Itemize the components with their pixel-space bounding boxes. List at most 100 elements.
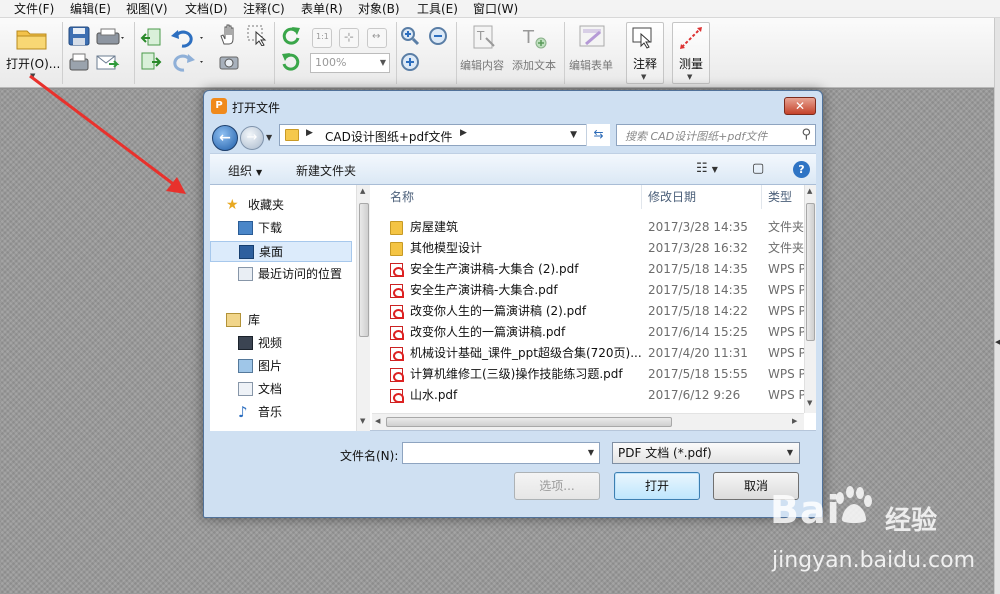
recent-locations-dropdown[interactable]: ▼ bbox=[266, 133, 272, 142]
menu-edit[interactable]: 编辑(E) bbox=[70, 1, 111, 17]
menu-form[interactable]: 表单(R) bbox=[301, 1, 343, 17]
hand-tool-icon[interactable] bbox=[218, 24, 240, 46]
file-row[interactable]: 机械设计基础_课件_ppt超级合集(720页)... 2017/4/20 11:3… bbox=[372, 343, 804, 364]
chevron-left-icon[interactable]: ◀ bbox=[995, 338, 1000, 346]
undo-icon[interactable] bbox=[170, 28, 206, 48]
zoom-level-select[interactable]: 100% ▼ bbox=[310, 53, 390, 73]
print-icon[interactable] bbox=[95, 28, 125, 46]
scrollbar-thumb[interactable] bbox=[806, 203, 815, 341]
help-icon[interactable]: ? bbox=[793, 161, 810, 178]
open-button-label[interactable]: 打开(O)... bbox=[6, 55, 60, 72]
insert-pages-icon[interactable] bbox=[140, 52, 162, 72]
rotate-ccw-icon[interactable] bbox=[280, 50, 302, 72]
search-input[interactable]: 搜索 CAD设计图纸+pdf文件 ⚲ bbox=[616, 124, 816, 146]
file-row[interactable]: 改变你人生的一篇演讲稿.pdf 2017/6/14 15:25 WPS P bbox=[372, 322, 804, 343]
annotate-button[interactable]: 注释 ▼ bbox=[626, 22, 664, 84]
nav-pane-scrollbar[interactable]: ▲ ▼ bbox=[356, 185, 370, 431]
zoom-out-icon[interactable] bbox=[428, 26, 448, 46]
email-icon[interactable] bbox=[95, 52, 121, 72]
filename-input[interactable]: ▼ bbox=[402, 442, 600, 464]
extract-pages-icon[interactable] bbox=[140, 28, 162, 48]
options-button[interactable]: 选项... bbox=[514, 472, 600, 500]
file-date: 2017/5/18 14:35 bbox=[648, 262, 748, 276]
open-dropdown-caret[interactable]: ▼ bbox=[30, 72, 35, 80]
right-scroll-strip[interactable]: ◀ bbox=[994, 18, 1000, 594]
nav-recent[interactable]: 最近访问的位置 bbox=[210, 264, 352, 285]
refresh-icon[interactable]: ⇆ bbox=[586, 124, 610, 146]
horizontal-scrollbar[interactable]: ◀ ▶ bbox=[372, 413, 804, 430]
rotate-cw-icon[interactable] bbox=[280, 24, 302, 46]
toolbar-separator bbox=[456, 22, 457, 84]
column-header-date[interactable]: 修改日期 bbox=[642, 185, 762, 209]
preview-pane-icon[interactable]: ▢ bbox=[752, 161, 764, 176]
file-row[interactable]: 改变你人生的一篇演讲稿 (2).pdf 2017/5/18 14:22 WPS P bbox=[372, 301, 804, 322]
chevron-up-icon[interactable]: ▲ bbox=[807, 187, 812, 195]
nav-desktop[interactable]: 桌面 bbox=[210, 241, 352, 262]
zoom-in-icon[interactable] bbox=[400, 26, 420, 46]
chevron-down-icon[interactable]: ▼ bbox=[807, 399, 812, 407]
chevron-down-icon[interactable]: ▼ bbox=[588, 448, 594, 457]
scan-icon[interactable] bbox=[68, 52, 90, 72]
chevron-down-icon[interactable]: ▼ bbox=[570, 130, 577, 140]
chevron-down-icon[interactable]: ▼ bbox=[360, 417, 365, 425]
menu-object[interactable]: 对象(B) bbox=[358, 1, 400, 17]
menu-tools[interactable]: 工具(E) bbox=[417, 1, 458, 17]
breadcrumb-separator-icon[interactable]: ▶ bbox=[306, 128, 313, 138]
back-arrow-icon[interactable]: ← bbox=[212, 125, 238, 151]
file-list-scrollbar[interactable]: ▲ ▼ bbox=[804, 185, 816, 413]
organize-button[interactable]: 组织 ▼ bbox=[228, 162, 262, 179]
view-options-icon[interactable]: ☷ ▼ bbox=[696, 161, 718, 176]
chevron-left-icon[interactable]: ◀ bbox=[375, 417, 380, 425]
chevron-up-icon[interactable]: ▲ bbox=[360, 187, 365, 195]
measure-button[interactable]: 测量 ▼ bbox=[672, 22, 710, 84]
open-folder-icon[interactable] bbox=[16, 26, 48, 50]
menu-window[interactable]: 窗口(W) bbox=[473, 1, 518, 17]
actual-size-icon[interactable]: 1:1 bbox=[312, 28, 332, 48]
edit-form-icon[interactable] bbox=[578, 24, 608, 50]
nav-videos[interactable]: 视频 bbox=[210, 333, 352, 354]
column-header-type[interactable]: 类型 bbox=[762, 185, 804, 209]
filetype-select[interactable]: PDF 文档 (*.pdf) ▼ bbox=[612, 442, 800, 464]
nav-downloads[interactable]: 下载 bbox=[210, 218, 352, 239]
save-icon[interactable] bbox=[68, 26, 90, 46]
nav-music[interactable]: ♪ 音乐 bbox=[210, 402, 352, 423]
scrollbar-thumb[interactable] bbox=[386, 417, 672, 427]
new-folder-button[interactable]: 新建文件夹 bbox=[296, 162, 356, 179]
menu-view[interactable]: 视图(V) bbox=[126, 1, 168, 17]
open-button[interactable]: 打开 bbox=[614, 472, 700, 500]
chevron-right-icon[interactable]: ▶ bbox=[792, 417, 797, 425]
file-row[interactable]: 房屋建筑 2017/3/28 14:35 文件夹 bbox=[372, 217, 804, 238]
menu-comment[interactable]: 注释(C) bbox=[243, 1, 285, 17]
nav-documents[interactable]: 文档 bbox=[210, 379, 352, 400]
breadcrumb-current[interactable]: CAD设计图纸+pdf文件 bbox=[325, 128, 452, 145]
forward-arrow-icon[interactable]: → bbox=[240, 126, 264, 150]
column-header-name[interactable]: 名称 bbox=[372, 185, 642, 209]
file-row[interactable]: 计算机维修工(三级)操作技能练习题.pdf 2017/5/18 15:55 WPS … bbox=[372, 364, 804, 385]
file-row[interactable]: 山水.pdf 2017/6/12 9:26 WPS P bbox=[372, 385, 804, 406]
file-row[interactable]: 安全生产演讲稿-大集合 (2).pdf 2017/5/18 14:35 WPS P bbox=[372, 259, 804, 280]
address-bar[interactable]: ▶ CAD设计图纸+pdf文件 ▶ ▼ bbox=[279, 124, 610, 146]
fit-width-icon[interactable]: ↔ bbox=[367, 28, 387, 48]
add-text-icon[interactable]: T bbox=[520, 24, 548, 50]
nav-library[interactable]: 库 bbox=[210, 310, 352, 331]
nav-pictures[interactable]: 图片 bbox=[210, 356, 352, 377]
menu-document[interactable]: 文档(D) bbox=[185, 1, 228, 17]
menu-file[interactable]: 文件(F) bbox=[14, 1, 54, 17]
nav-favorites[interactable]: ★ 收藏夹 bbox=[210, 195, 352, 216]
snapshot-icon[interactable] bbox=[218, 52, 240, 72]
file-row[interactable]: 安全生产演讲稿-大集合.pdf 2017/5/18 14:35 WPS P bbox=[372, 280, 804, 301]
scrollbar-thumb[interactable] bbox=[359, 203, 369, 337]
breadcrumb-separator-icon[interactable]: ▶ bbox=[460, 128, 467, 138]
edit-form-label[interactable]: 编辑表单 bbox=[569, 57, 613, 73]
file-row[interactable]: 其他模型设计 2017/3/28 16:32 文件夹 bbox=[372, 238, 804, 259]
close-button[interactable]: ✕ bbox=[784, 97, 816, 115]
add-text-label[interactable]: 添加文本 bbox=[512, 57, 556, 73]
fit-page-icon[interactable]: ⊹ bbox=[339, 28, 359, 48]
dialog-title-bar[interactable]: P 打开文件 ✕ bbox=[204, 91, 822, 121]
redo-icon[interactable] bbox=[170, 52, 206, 72]
select-tool-icon[interactable] bbox=[246, 24, 268, 47]
file-date: 2017/6/14 15:25 bbox=[648, 325, 748, 339]
edit-content-label[interactable]: 编辑内容 bbox=[460, 57, 504, 73]
zoom-plus-icon[interactable] bbox=[400, 52, 420, 72]
edit-content-icon[interactable]: T bbox=[470, 24, 498, 50]
